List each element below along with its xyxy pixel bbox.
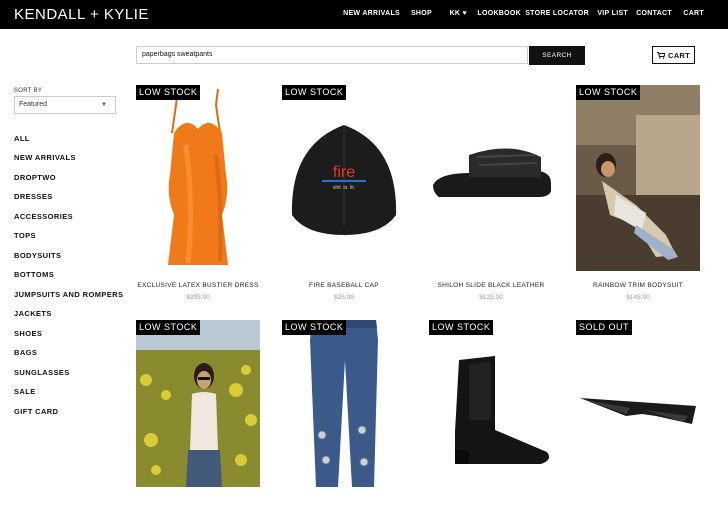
brand-logo[interactable]: KENDALL + KYLIE [14,6,149,23]
product-image[interactable] [576,85,700,271]
low-stock-badge: LOW STOCK [282,320,347,335]
category-item[interactable]: BOTTOMS [14,270,54,279]
nav-kk[interactable]: KK ♥ [450,10,467,17]
product-name[interactable]: FIRE BASEBALL CAP [282,282,406,289]
nav-lookbook[interactable]: LOOKBOOK [477,10,521,17]
category-item[interactable]: SALE [14,387,36,396]
product-image[interactable] [282,320,406,506]
cart-button[interactable]: CART [652,46,695,64]
product-price: $395.00 [186,294,210,301]
product-image[interactable] [136,320,260,506]
low-stock-badge: LOW STOCK [576,85,641,100]
product-image[interactable] [576,320,700,506]
category-item[interactable]: JUMPSUITS AND ROMPERS [14,290,123,299]
product-image[interactable] [429,320,553,506]
low-stock-badge: LOW STOCK [429,320,494,335]
low-stock-badge: LOW STOCK [282,85,347,100]
product-name[interactable]: EXCLUSIVE LATEX BUSTIER DRESS [136,282,260,289]
category-item[interactable]: BODYSUITS [14,251,61,260]
nav-store-locator[interactable]: STORE LOCATOR [525,10,589,17]
cart-button-label: CART [667,50,691,60]
sort-select[interactable]: Featured ▼ [14,96,116,114]
category-item[interactable]: DRESSES [14,192,53,201]
dropdown-caret-icon: ▼ [101,102,107,108]
product-image[interactable]: fire shit. lo. lit. [282,85,406,271]
category-item[interactable]: TOPS [14,231,36,240]
nav-vip-list[interactable]: VIP LIST [597,10,628,17]
product-name[interactable]: SHILOH SLIDE BLACK LEATHER [429,282,553,289]
nav-contact[interactable]: CONTACT [636,10,672,17]
category-item[interactable]: SUNGLASSES [14,368,70,377]
product-image[interactable] [429,85,553,271]
nav-new-arrivals[interactable]: NEW ARRIVALS [343,10,400,17]
product-price: $125.00 [479,294,503,301]
svg-text:fire: fire [333,164,355,181]
category-item[interactable]: GIFT CARD [14,407,58,416]
top-navigation-bar: KENDALL + KYLIE NEW ARRIVALS SHOP KK ♥ L… [0,0,728,29]
svg-text:shit. lo. lit.: shit. lo. lit. [333,185,355,191]
product-price: $25.00 [334,294,354,301]
product-price: $145.00 [626,294,650,301]
nav-cart[interactable]: CART [683,10,704,17]
category-item[interactable]: ALL [14,134,30,143]
search-input[interactable]: paperbags sweatpants [136,46,528,64]
nav-shop[interactable]: SHOP [411,10,432,17]
category-item[interactable]: NEW ARRIVALS [14,153,76,162]
low-stock-badge: LOW STOCK [136,85,201,100]
product-name[interactable]: RAINBOW TRIM BODYSUIT [576,282,700,289]
sort-by-label: SORT BY [14,88,43,94]
low-stock-badge: LOW STOCK [136,320,201,335]
category-item[interactable]: JACKETS [14,309,52,318]
sort-selected-value: Featured [19,101,48,108]
product-image[interactable] [136,85,260,271]
category-item[interactable]: DROPTWO [14,173,56,182]
category-item[interactable]: BAGS [14,348,37,357]
sold-out-badge: SOLD OUT [576,320,633,335]
category-item[interactable]: ACCESSORIES [14,212,73,221]
shopping-cart-icon [656,51,665,59]
search-button[interactable]: SEARCH [529,46,585,65]
category-item[interactable]: SHOES [14,329,42,338]
